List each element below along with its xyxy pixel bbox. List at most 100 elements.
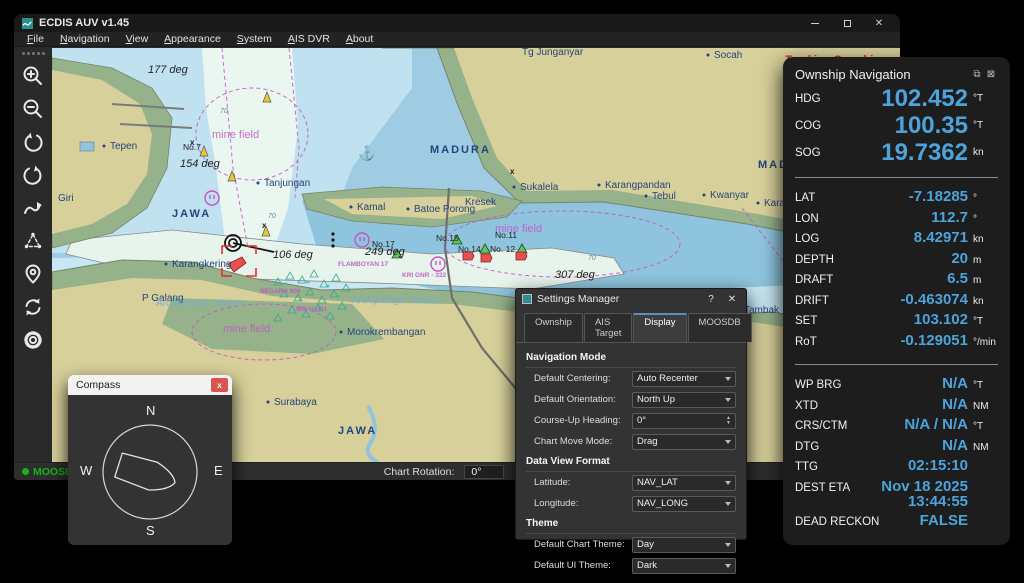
track-dots bbox=[331, 232, 334, 247]
nav-data-value: 8.42971 bbox=[819, 230, 968, 246]
nav-data-unit: °T bbox=[968, 380, 998, 391]
zoom-out-button[interactable] bbox=[20, 97, 46, 121]
spinner-arrows-icon[interactable]: ▲▼ bbox=[726, 416, 731, 426]
settings-button[interactable] bbox=[20, 328, 46, 352]
drop-pin-icon bbox=[21, 262, 45, 286]
compass-title-bar[interactable]: Compass x bbox=[68, 375, 232, 395]
settings-icon bbox=[21, 328, 45, 352]
menu-ais-dvr[interactable]: AIS DVR bbox=[281, 32, 337, 46]
title-bar[interactable]: ECDIS AUV v1.45 ✕ bbox=[14, 14, 900, 32]
nav-data-label: DRIFT bbox=[795, 295, 829, 307]
town-bullet bbox=[513, 186, 516, 189]
field-value: Day bbox=[637, 539, 725, 550]
nav-data-value: 19.7362 bbox=[821, 140, 968, 165]
chevron-down-icon bbox=[725, 481, 731, 485]
dropdown-latitude-[interactable]: NAV_LAT bbox=[632, 475, 736, 491]
section-box: Default Centering:Auto RecenterDefault O… bbox=[526, 367, 736, 452]
nav-data-label: DEPTH bbox=[795, 254, 834, 266]
nav-data-row-rot: RoT-0.129051°/min bbox=[795, 333, 998, 354]
menu-appearance[interactable]: Appearance bbox=[157, 32, 228, 46]
map-label-town: Kwanyar bbox=[710, 190, 750, 201]
tab-display[interactable]: Display bbox=[633, 313, 686, 342]
map-label-town: Karangpandan bbox=[605, 180, 671, 191]
chevron-down-icon bbox=[725, 543, 731, 547]
drop-pin-button[interactable] bbox=[20, 262, 46, 286]
nav-data-value: -0.129051 bbox=[817, 333, 968, 349]
compass-title: Compass bbox=[76, 379, 211, 391]
nav-data-unit: °T bbox=[968, 316, 998, 327]
dropdown-longitude-[interactable]: NAV_LONG bbox=[632, 496, 736, 512]
measure-button[interactable] bbox=[20, 229, 46, 253]
route-button[interactable] bbox=[20, 196, 46, 220]
dropdown-default-chart-theme-[interactable]: Day bbox=[632, 537, 736, 553]
nav-data-label: DEAD RECKON bbox=[795, 516, 879, 528]
tab-ownship[interactable]: Ownship bbox=[524, 313, 583, 342]
menu-file[interactable]: File bbox=[20, 32, 51, 46]
nav-data-unit: NM bbox=[968, 401, 998, 412]
close-button[interactable]: ✕ bbox=[866, 16, 892, 30]
nav-data-row-wp-brg: WP BRGN/A°T bbox=[795, 376, 998, 397]
nav-data-label: XTD bbox=[795, 400, 818, 412]
compass-close-button[interactable]: x bbox=[211, 378, 228, 392]
nav-data-label: LON bbox=[795, 213, 819, 225]
nav-data-unit: m bbox=[968, 275, 998, 286]
map-label-deg: 106 deg bbox=[273, 249, 314, 261]
field-value: North Up bbox=[637, 394, 725, 405]
dialog-close-button[interactable]: ✕ bbox=[724, 294, 740, 305]
town-bullet bbox=[340, 331, 343, 334]
panel-separator bbox=[795, 364, 998, 365]
map-label-mine: mine field bbox=[212, 129, 259, 141]
dropdown-default-ui-theme-[interactable]: Dark bbox=[632, 558, 736, 574]
spinner-course-up-heading-[interactable]: 0°▲▼ bbox=[632, 413, 736, 429]
field-label: Latitude: bbox=[534, 477, 632, 488]
map-label-town: Kamal bbox=[357, 202, 385, 213]
chevron-down-icon bbox=[725, 564, 731, 568]
field-value: Dark bbox=[637, 560, 725, 571]
map-label-no: No. 12 bbox=[490, 244, 515, 254]
map-label-deg: 177 deg bbox=[148, 64, 189, 76]
menu-navigation[interactable]: Navigation bbox=[53, 32, 117, 46]
town-bullet bbox=[757, 202, 760, 205]
nav-data-label: HDG bbox=[795, 93, 821, 105]
nav-data-row-drift: DRIFT-0.463074kn bbox=[795, 292, 998, 313]
chevron-down-icon bbox=[725, 377, 731, 381]
basin bbox=[80, 142, 94, 151]
dropdown-default-centering-[interactable]: Auto Recenter bbox=[632, 371, 736, 387]
dropdown-chart-move-mode-[interactable]: Drag bbox=[632, 434, 736, 450]
nav-data-row-crs-ctm: CRS/CTMN/A / N/A°T bbox=[795, 417, 998, 438]
menu-about[interactable]: About bbox=[339, 32, 380, 46]
map-label-town: Tepen bbox=[110, 141, 137, 152]
ownship-panel-title: Ownship Navigation bbox=[795, 67, 970, 82]
chart-rotation-value: 0° bbox=[464, 465, 504, 479]
settings-dialog-icon bbox=[522, 294, 532, 304]
menu-view[interactable]: View bbox=[119, 32, 156, 46]
field-row: Default UI Theme:Dark bbox=[526, 555, 736, 576]
town-bullet bbox=[350, 206, 353, 209]
field-value: Auto Recenter bbox=[637, 373, 725, 384]
menu-system[interactable]: System bbox=[230, 32, 279, 46]
map-label-town: Kresek bbox=[465, 197, 497, 208]
rotate-ccw-button[interactable] bbox=[20, 130, 46, 154]
tab-moosdb[interactable]: MOOSDB bbox=[688, 313, 752, 342]
map-label-deg: 154 deg bbox=[180, 158, 221, 170]
toolbar-grip-handle[interactable] bbox=[22, 50, 45, 55]
help-button[interactable]: ? bbox=[703, 294, 719, 305]
nav-data-label: RoT bbox=[795, 336, 817, 348]
zoom-in-button[interactable] bbox=[20, 64, 46, 88]
app-icon bbox=[22, 18, 33, 29]
maximize-button[interactable] bbox=[834, 16, 860, 30]
field-row: Longitude:NAV_LONG bbox=[526, 493, 736, 514]
map-label-town: Karangkering bbox=[172, 259, 231, 270]
float-panel-icon[interactable]: ⧉ bbox=[970, 69, 984, 80]
map-label-no: No.15 bbox=[436, 233, 459, 243]
rotate-cw-button[interactable] bbox=[20, 163, 46, 187]
dropdown-default-orientation-[interactable]: North Up bbox=[632, 392, 736, 408]
route-icon bbox=[21, 196, 45, 220]
close-panel-icon[interactable]: ⊠ bbox=[984, 69, 998, 80]
tab-ais-target[interactable]: AIS Target bbox=[584, 313, 632, 342]
minimize-button[interactable] bbox=[802, 16, 828, 30]
refresh-button[interactable] bbox=[20, 295, 46, 319]
settings-body: Navigation ModeDefault Centering:Auto Re… bbox=[516, 343, 746, 583]
settings-title-bar[interactable]: Settings Manager ? ✕ bbox=[516, 289, 746, 309]
nav-data-unit: ° bbox=[968, 193, 998, 204]
